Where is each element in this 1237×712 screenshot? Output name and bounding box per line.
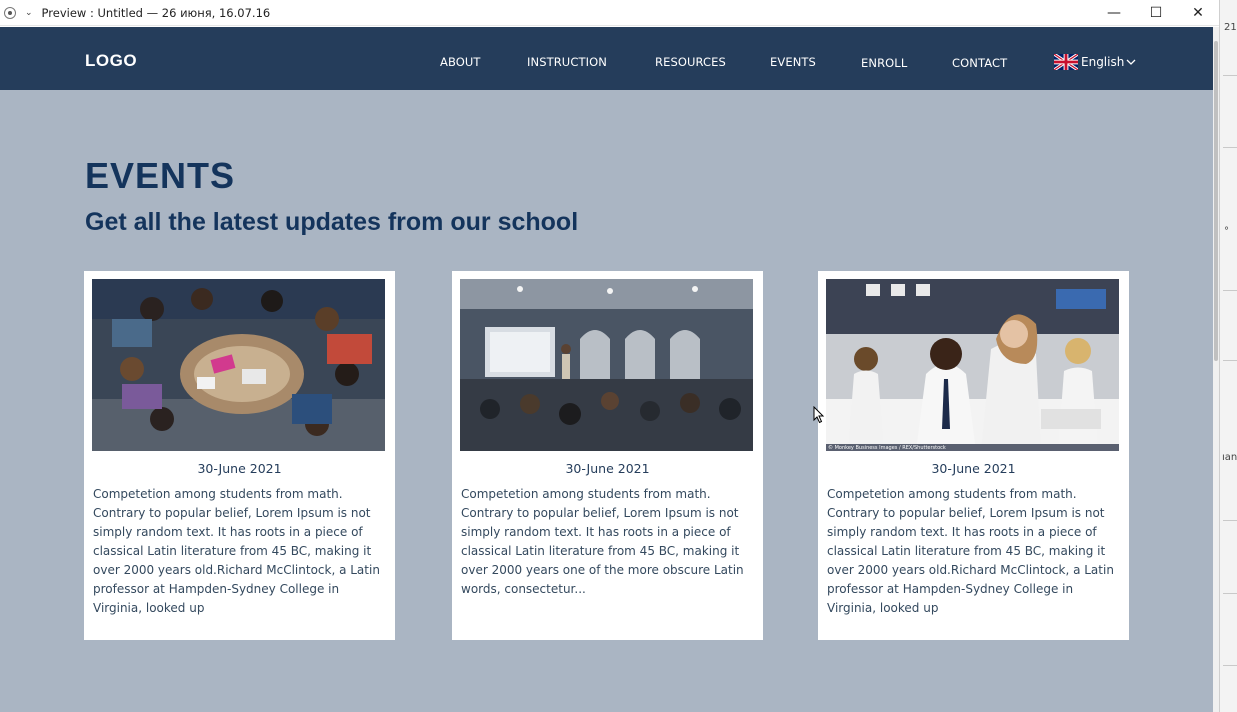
strip-fragment: 21.: [1224, 22, 1237, 33]
chevron-down-icon: [1126, 59, 1136, 65]
window-title: Preview : Untitled — 26 июня, 16.07.16: [41, 5, 271, 20]
nav-link-resources[interactable]: RESOURCES: [655, 55, 726, 69]
language-label: English: [1081, 55, 1125, 69]
page-subtitle: Get all the latest updates from our scho…: [85, 208, 579, 236]
event-date: 30-June 2021: [197, 461, 282, 476]
strip-fragment: ıanu: [1222, 452, 1237, 463]
strip-divider: [1223, 520, 1237, 521]
mouse-cursor-icon: [813, 406, 825, 424]
lecture-hall-presentation-photo: [460, 279, 753, 451]
classroom-teacher-students-photo: © Monkey Business Images / REX/Shutterst…: [826, 279, 1119, 451]
strip-fragment: °: [1224, 226, 1229, 237]
adjacent-window-strip: 21. ° ıanu: [1219, 0, 1237, 712]
event-description: Competetion among students from math. Co…: [461, 487, 744, 596]
vertical-scrollbar[interactable]: [1213, 27, 1219, 712]
strip-divider: [1223, 360, 1237, 361]
nav-link-instruction[interactable]: INSTRUCTION: [527, 55, 607, 69]
event-description: Competetion among students from math. Co…: [827, 487, 1114, 615]
site-logo[interactable]: LOGO: [85, 51, 137, 71]
event-card[interactable]: 30-June 2021 Competetion among students …: [452, 271, 763, 640]
strip-divider: [1223, 593, 1237, 594]
app-record-icon[interactable]: [4, 6, 16, 19]
chevron-down-icon[interactable]: ⌄: [25, 8, 33, 18]
nav-link-events[interactable]: EVENTS: [770, 55, 816, 69]
preview-viewport: LOGO ABOUT INSTRUCTION RESOURCES EVENTS …: [0, 27, 1213, 712]
nav-link-contact[interactable]: CONTACT: [952, 56, 1007, 70]
event-date: 30-June 2021: [565, 461, 650, 476]
image-credit: © Monkey Business Images / REX/Shutterst…: [828, 444, 946, 451]
site-navbar: LOGO ABOUT INSTRUCTION RESOURCES EVENTS …: [0, 27, 1213, 90]
strip-divider: [1223, 75, 1237, 76]
strip-divider: [1223, 147, 1237, 148]
window-titlebar: ⌄ Preview : Untitled — 26 июня, 16.07.16…: [0, 0, 1219, 26]
nav-link-about[interactable]: ABOUT: [440, 55, 481, 69]
strip-divider: [1223, 290, 1237, 291]
maximize-button[interactable]: ☐: [1135, 0, 1177, 26]
language-selector[interactable]: English: [1054, 54, 1136, 70]
nav-link-enroll[interactable]: ENROLL: [861, 56, 907, 70]
minimize-button[interactable]: —: [1093, 0, 1135, 26]
page-title: EVENTS: [85, 155, 236, 196]
window-controls: — ☐ ✕: [1093, 0, 1219, 26]
event-date: 30-June 2021: [931, 461, 1016, 476]
event-card[interactable]: © Monkey Business Images / REX/Shutterst…: [818, 271, 1129, 640]
uk-flag-icon: [1054, 54, 1078, 70]
scrollbar-thumb[interactable]: [1214, 41, 1218, 361]
strip-divider: [1223, 665, 1237, 666]
students-group-study-photo: [92, 279, 385, 451]
event-card[interactable]: 30-June 2021 Competetion among students …: [84, 271, 395, 640]
event-description: Competetion among students from math. Co…: [93, 487, 380, 615]
close-button[interactable]: ✕: [1177, 0, 1219, 26]
